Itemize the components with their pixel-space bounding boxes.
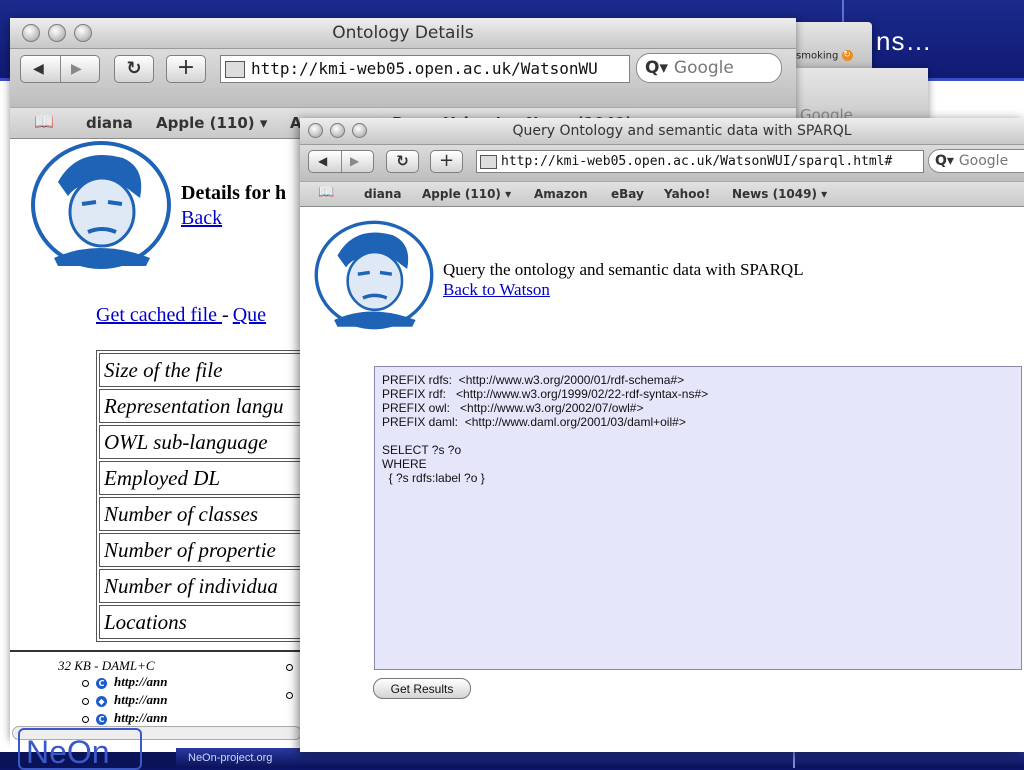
reload-icon: ↻	[396, 152, 409, 170]
back-link[interactable]: Back	[181, 207, 222, 230]
forward-arrow-icon[interactable]: ▶	[350, 154, 359, 168]
url-text: http://kmi-web05.open.ac.uk/WatsonWUI/sp…	[501, 154, 893, 169]
query-link[interactable]: Que	[233, 304, 266, 326]
bookmark-news[interactable]: News (1049) ▾	[732, 187, 827, 201]
bookmark-yahoo[interactable]: Yahoo!	[664, 187, 710, 201]
neon-logo: NeOn	[18, 728, 142, 770]
bullet-icon	[82, 680, 89, 687]
add-bookmark-button[interactable]: +	[430, 150, 463, 173]
bookmark-diana[interactable]: diana	[364, 187, 401, 201]
search-field[interactable]: Q▾ Google	[636, 53, 782, 83]
bookmark-apple[interactable]: Apple (110) ▾	[156, 114, 267, 132]
get-results-button[interactable]: Get Results	[373, 678, 471, 699]
page-heading: Query the ontology and semantic data wit…	[443, 260, 804, 279]
back-forward-buttons[interactable]: ◀ ▶	[308, 150, 374, 173]
slide-title: ns…	[876, 26, 933, 56]
row-label: Locations	[99, 605, 333, 639]
watson-logo	[31, 141, 171, 269]
table-row: Size of the file	[99, 353, 333, 387]
sparql-query-window: Query Ontology and semantic data with SP…	[300, 118, 1024, 752]
bullet-icon	[82, 698, 89, 705]
table-row: OWL sub-language	[99, 425, 333, 459]
forward-arrow-icon[interactable]: ▶	[71, 61, 82, 77]
link-separator: -	[222, 304, 229, 326]
bullet-icon	[286, 664, 293, 671]
back-forward-buttons[interactable]: ◀ ▶	[20, 55, 100, 83]
bookmark-amazon[interactable]: Amazon	[534, 187, 588, 201]
sparql-query-input[interactable]: PREFIX rdfs: <http://www.w3.org/2000/01/…	[374, 366, 1022, 670]
middle-browser-window-lower: Google	[796, 68, 928, 124]
title-bar[interactable]: Ontology Details	[10, 18, 796, 49]
reload-button[interactable]: ↻	[386, 150, 419, 173]
address-bar[interactable]: http://kmi-web05.open.ac.uk/WatsonWU	[220, 55, 630, 83]
book-icon[interactable]: 📖	[34, 112, 54, 131]
details-heading: Details for h	[181, 182, 287, 204]
plus-icon: +	[438, 150, 455, 171]
table-row: Number of propertie	[99, 533, 333, 567]
row-label: OWL sub-language	[99, 425, 333, 459]
reload-button[interactable]: ↻	[114, 55, 154, 83]
table-row: Representation langu	[99, 389, 333, 423]
rss-icon: ↻	[841, 50, 853, 61]
middle-browser-window: smoking ↻	[790, 22, 872, 72]
plus-icon: +	[176, 55, 196, 80]
row-label: Number of propertie	[99, 533, 333, 567]
reload-icon: ↻	[126, 58, 142, 79]
bookmarks-bar: 📖 diana Apple (110) ▾ Amazon eBay Yahoo!…	[300, 181, 1024, 207]
navigation-toolbar: ◀ ▶ ↻ + http://kmi-web05.open.ac.uk/Wats…	[300, 145, 1024, 181]
address-bar[interactable]: http://kmi-web05.open.ac.uk/WatsonWUI/sp…	[476, 150, 924, 173]
search-icon: Q▾	[645, 58, 674, 78]
book-icon[interactable]: 📖	[318, 185, 334, 200]
tab-fragment[interactable]: smoking ↻	[796, 50, 853, 62]
table-row: Locations	[99, 605, 333, 639]
url-text: http://kmi-web05.open.ac.uk/WatsonWU	[251, 59, 598, 78]
result-link[interactable]: http://ann	[114, 692, 167, 708]
add-bookmark-button[interactable]: +	[166, 55, 206, 83]
bullet-icon	[286, 692, 293, 699]
row-label: Number of individua	[99, 569, 333, 603]
get-cached-file-link[interactable]: Get cached file	[96, 304, 222, 326]
row-label: Employed DL	[99, 461, 333, 495]
table-row: Number of classes	[99, 497, 333, 531]
row-label: Representation langu	[99, 389, 333, 423]
title-bar[interactable]: Query Ontology and semantic data with SP…	[300, 118, 1024, 145]
property-icon: ◆	[96, 696, 107, 707]
class-icon: C	[96, 714, 107, 725]
row-label: Number of classes	[99, 497, 333, 531]
back-to-watson-link[interactable]: Back to Watson	[443, 280, 550, 300]
window-title: Query Ontology and semantic data with SP…	[512, 123, 852, 139]
class-icon: C	[96, 678, 107, 689]
site-icon	[225, 61, 245, 78]
table-row: Number of individua	[99, 569, 333, 603]
bookmark-apple[interactable]: Apple (110) ▾	[422, 187, 511, 201]
search-field[interactable]: Q▾ Google	[928, 149, 1024, 173]
site-icon	[480, 155, 497, 169]
bookmark-ebay[interactable]: eBay	[611, 187, 644, 201]
footer-text: NeOn-project.org	[188, 752, 273, 764]
search-icon: Q▾	[935, 153, 959, 169]
result-link[interactable]: http://ann	[114, 710, 167, 726]
bookmark-diana[interactable]: diana	[86, 114, 133, 132]
row-label: Size of the file	[99, 353, 333, 387]
bullet-icon	[82, 716, 89, 723]
watson-logo	[314, 220, 434, 330]
navigation-toolbar: ◀ ▶ ↻ + http://kmi-web05.open.ac.uk/Wats…	[10, 49, 796, 107]
back-arrow-icon[interactable]: ◀	[318, 154, 327, 168]
result-link[interactable]: http://ann	[114, 674, 167, 690]
result-summary: 32 KB - DAML+C	[58, 658, 155, 673]
table-row: Employed DL	[99, 461, 333, 495]
window-title: Ontology Details	[332, 23, 474, 43]
back-arrow-icon[interactable]: ◀	[33, 61, 44, 77]
